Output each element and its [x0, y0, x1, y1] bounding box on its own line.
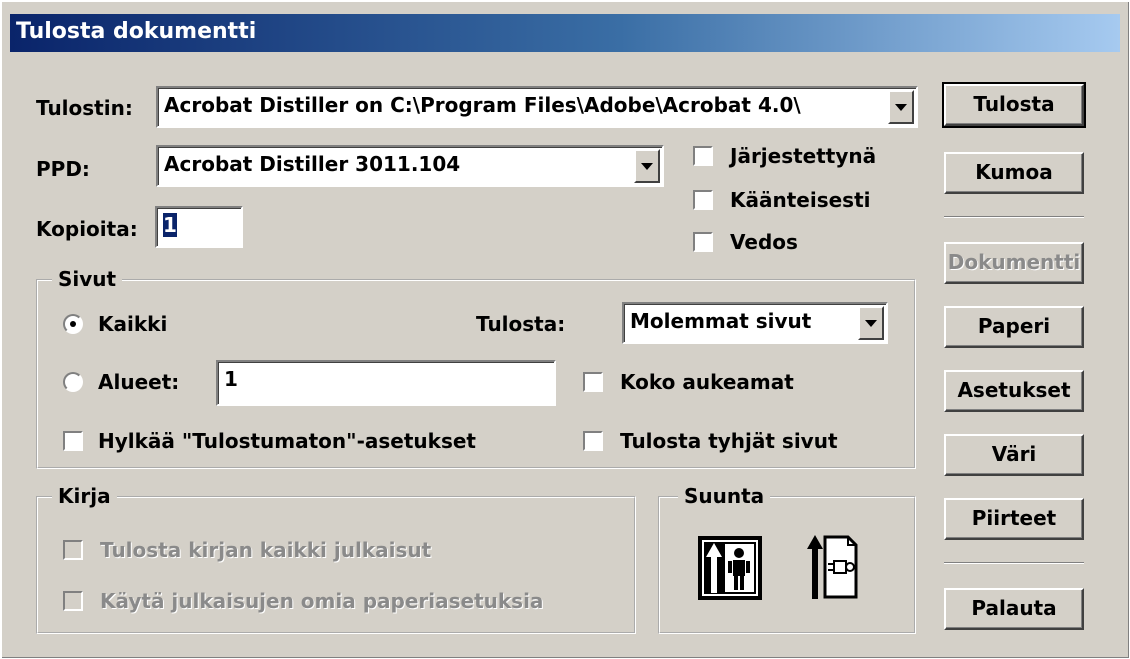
features-button[interactable]: Piirteet: [944, 498, 1084, 540]
portrait-orientation-icon[interactable]: [697, 535, 763, 601]
color-button[interactable]: Väri: [944, 434, 1084, 476]
print-pages-value: Molemmat sivut: [630, 309, 812, 333]
copies-label: Kopioita:: [36, 217, 138, 241]
printer-label: Tulostin:: [36, 96, 133, 120]
print-pages-select[interactable]: Molemmat sivut: [622, 302, 888, 344]
paper-button[interactable]: Paperi: [944, 306, 1084, 348]
ranges-label: Alueet:: [98, 370, 180, 394]
ignore-nonprinting-checkbox[interactable]: [63, 431, 83, 451]
all-pages-label: Kaikki: [98, 312, 168, 336]
book-all-publications-label: Tulosta kirjan kaikki julkaisut: [100, 538, 432, 562]
proof-label: Vedos: [730, 230, 798, 254]
document-button[interactable]: Dokumentti: [944, 242, 1084, 284]
book-paper-settings-label: Käytä julkaisujen omia paperiasetuksia: [100, 589, 544, 613]
book-all-publications-checkbox[interactable]: [63, 540, 83, 560]
print-button[interactable]: Tulosta: [942, 82, 1086, 128]
copies-input[interactable]: 1: [155, 206, 243, 248]
spreads-checkbox[interactable]: [583, 372, 603, 392]
printer-select[interactable]: Acrobat Distiller on C:\Program Files\Ad…: [156, 86, 918, 128]
ranges-radio[interactable]: [63, 372, 83, 392]
cancel-button[interactable]: Kumoa: [944, 152, 1084, 194]
print-blank-pages-label: Tulosta tyhjät sivut: [620, 429, 838, 453]
radio-selected-dot: [70, 321, 76, 327]
book-paper-settings-checkbox[interactable]: [63, 591, 83, 611]
pages-group-title: Sivut: [52, 267, 123, 291]
book-group: [36, 496, 636, 634]
ppd-label: PPD:: [36, 157, 90, 181]
settings-button[interactable]: Asetukset: [944, 370, 1084, 412]
print-blank-pages-checkbox[interactable]: [583, 431, 603, 451]
printer-value: Acrobat Distiller on C:\Program Files\Ad…: [164, 93, 801, 117]
button-separator-2: [944, 562, 1084, 564]
window-title: Tulosta dokumentti: [16, 19, 257, 44]
ppd-dropdown-icon[interactable]: [634, 149, 660, 183]
button-separator: [944, 216, 1084, 218]
reset-button[interactable]: Palauta: [944, 588, 1084, 630]
ppd-value: Acrobat Distiller 3011.104: [164, 152, 461, 176]
book-group-title: Kirja: [52, 484, 117, 508]
collate-label: Järjestettynä: [730, 144, 877, 168]
printer-dropdown-icon[interactable]: [888, 90, 914, 124]
landscape-orientation-icon[interactable]: [806, 533, 858, 601]
orientation-group-title: Suunta: [678, 484, 771, 508]
title-bar: Tulosta dokumentti: [10, 14, 1120, 52]
ranges-input[interactable]: 1: [216, 360, 556, 406]
reverse-label: Käänteisesti: [730, 188, 871, 212]
print-pages-label: Tulosta:: [476, 312, 566, 336]
collate-checkbox[interactable]: [693, 146, 713, 166]
ranges-value: 1: [224, 367, 238, 391]
print-pages-dropdown-icon[interactable]: [858, 306, 884, 340]
proof-checkbox[interactable]: [693, 232, 713, 252]
ignore-nonprinting-label: Hylkää "Tulostumaton"-asetukset: [98, 429, 476, 453]
spreads-label: Koko aukeamat: [620, 370, 794, 394]
copies-value: 1: [163, 213, 177, 237]
ppd-select[interactable]: Acrobat Distiller 3011.104: [156, 145, 664, 187]
all-pages-radio[interactable]: [63, 314, 83, 334]
reverse-checkbox[interactable]: [693, 190, 713, 210]
